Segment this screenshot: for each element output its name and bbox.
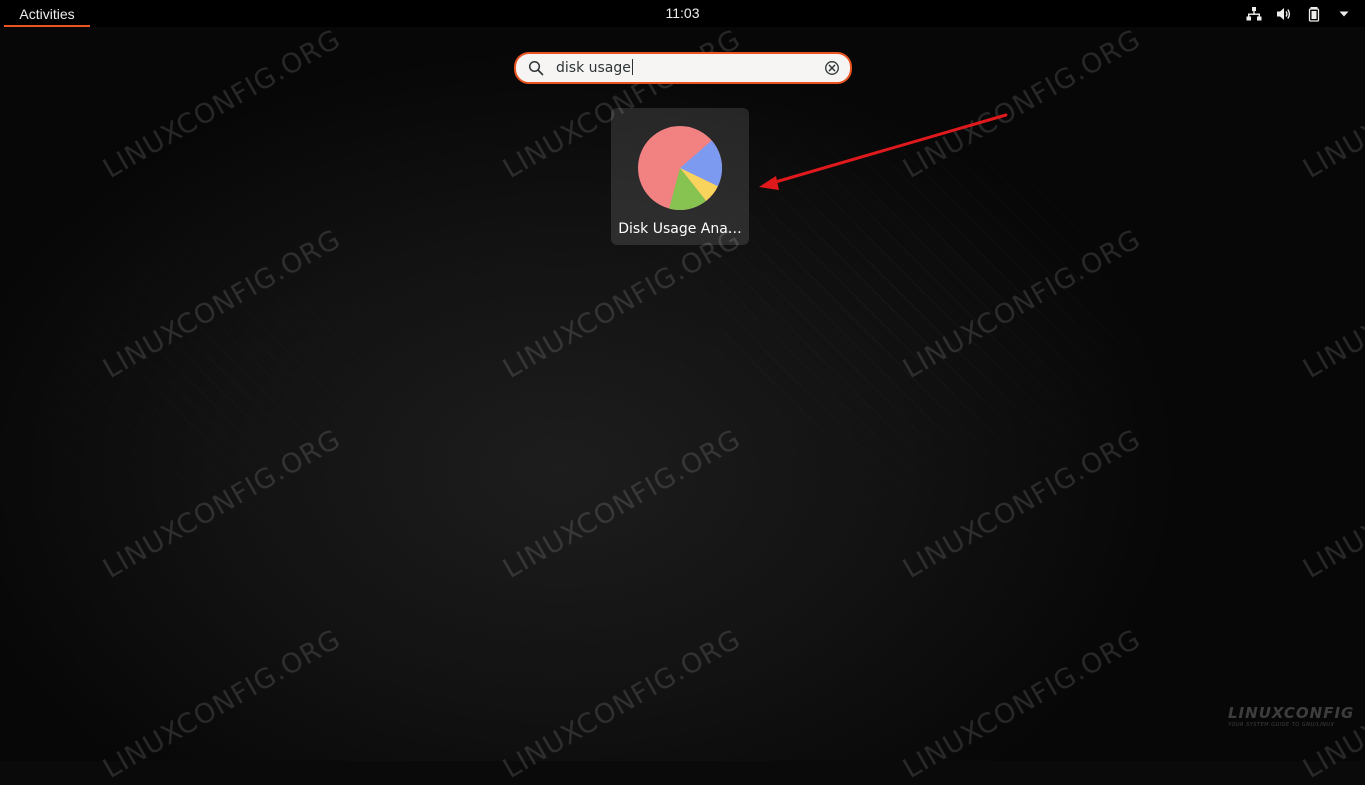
network-icon[interactable] — [1245, 5, 1263, 23]
linuxconfig-logo: LINUXCONFIG YOUR SYSTEM GUIDE TO GNU/LIN… — [1228, 704, 1354, 728]
activities-button[interactable]: Activities — [4, 0, 90, 27]
search-input-text: disk usage — [556, 60, 631, 76]
volume-icon[interactable] — [1275, 5, 1293, 23]
search-entry[interactable]: disk usage — [514, 52, 852, 84]
clear-search-icon[interactable] — [824, 60, 840, 76]
search-input[interactable]: disk usage — [556, 59, 633, 76]
battery-icon[interactable] — [1305, 5, 1323, 23]
text-caret — [631, 59, 633, 75]
clock-area: 11:03 — [0, 0, 1365, 27]
search-icon — [528, 60, 544, 76]
clock-button[interactable]: 11:03 — [666, 5, 700, 21]
top-bar: Activities 11:03 — [0, 0, 1365, 27]
search-result-label: Disk Usage Ana… — [618, 221, 742, 237]
brand-tagline: YOUR SYSTEM GUIDE TO GNU/LINUX — [1228, 722, 1335, 728]
activities-label: Activities — [19, 5, 75, 22]
brand-text: LINUXCONFIG — [1228, 704, 1355, 722]
search-result-disk-usage-analyzer[interactable]: Disk Usage Ana… — [611, 108, 749, 245]
system-tray[interactable] — [1245, 0, 1353, 27]
system-menu-arrow-icon[interactable] — [1335, 5, 1353, 23]
disk-usage-analyzer-icon — [638, 126, 723, 211]
